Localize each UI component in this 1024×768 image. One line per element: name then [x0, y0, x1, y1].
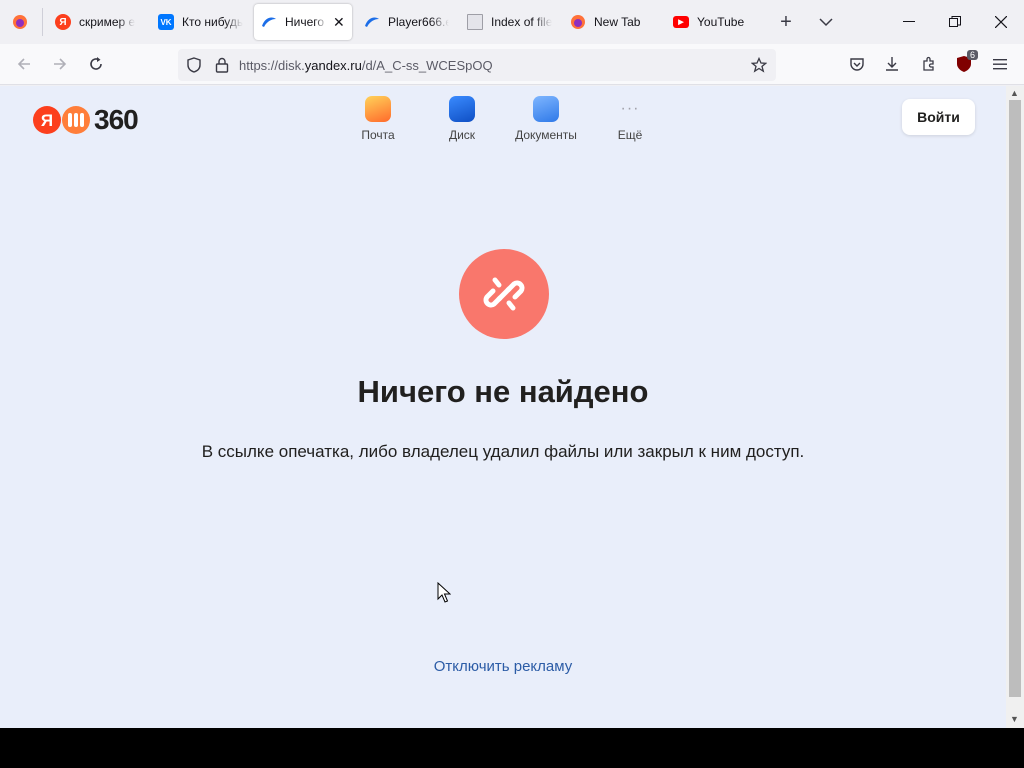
yandex-disk-icon: [364, 14, 380, 30]
bookmark-star-icon[interactable]: [748, 55, 770, 75]
page-title: Ничего не найдено: [357, 374, 649, 409]
pocket-icon[interactable]: [845, 52, 869, 76]
extensions-icon[interactable]: [917, 52, 941, 76]
yandex-disk-icon: [261, 14, 277, 30]
forward-arrow-icon[interactable]: [48, 52, 72, 76]
lock-icon[interactable]: [212, 55, 232, 75]
tab-title: New Tab: [594, 15, 641, 29]
tab-0[interactable]: Я скример е: [55, 4, 140, 40]
url-bar[interactable]: https://disk.yandex.ru/d/A_C-ss_WCESpOQ: [178, 49, 776, 81]
tab-title: Player666.e: [388, 15, 449, 29]
vk-icon: VK: [158, 14, 174, 30]
reload-icon[interactable]: [84, 52, 108, 76]
tab-title: Ничего: [285, 15, 325, 29]
logo-text: 360: [94, 104, 139, 135]
scrollbar-thumb[interactable]: [1009, 100, 1021, 697]
downloads-icon[interactable]: [880, 52, 904, 76]
hamburger-menu-icon[interactable]: [988, 52, 1012, 76]
broken-link-icon: [459, 249, 549, 339]
url-text: https://disk.yandex.ru/d/A_C-ss_WCESpOQ: [239, 57, 493, 73]
vertical-scrollbar[interactable]: ▲ ▼: [1006, 86, 1024, 728]
tab-bar: Я скример е VK Кто нибудь Ничего ✕ Playe…: [0, 0, 1024, 44]
tab-title: Кто нибудь: [182, 15, 243, 29]
close-tab-icon[interactable]: ✕: [333, 14, 345, 31]
scroll-up-icon[interactable]: ▲: [1010, 88, 1019, 98]
tab-title: Index of file: [491, 15, 552, 29]
nav-toolbar: https://disk.yandex.ru/d/A_C-ss_WCESpOQ …: [0, 44, 1024, 85]
error-description: В ссылке опечатка, либо владелец удалил …: [201, 442, 805, 461]
new-tab-icon[interactable]: +: [774, 10, 798, 34]
service-label: Почта: [361, 128, 395, 142]
close-window-icon[interactable]: [988, 10, 1014, 34]
firefox-icon: [570, 14, 586, 30]
tab-title: YouTube: [697, 15, 745, 29]
service-mail[interactable]: Почта: [338, 96, 418, 142]
youtube-icon: ▶: [673, 16, 689, 28]
tab-title: скример е: [79, 15, 136, 29]
tab-list-chevron-icon[interactable]: [814, 10, 838, 34]
mail-icon: [365, 96, 391, 122]
disk-icon: [449, 96, 475, 122]
service-label: Документы: [515, 128, 577, 142]
yandex-logo-icon: Я: [33, 106, 90, 134]
more-icon: ···: [620, 100, 640, 117]
tab-1[interactable]: VK Кто нибудь: [158, 4, 243, 40]
minimize-icon[interactable]: [896, 10, 922, 34]
service-label: Ещё: [617, 128, 643, 142]
tab-4[interactable]: Index of file: [467, 4, 552, 40]
file-icon: [467, 14, 483, 30]
tab-6[interactable]: ▶ YouTube: [673, 4, 763, 40]
mouse-cursor-icon: [437, 582, 451, 603]
tab-active[interactable]: Ничего ✕: [254, 4, 352, 40]
back-arrow-icon[interactable]: [12, 52, 36, 76]
service-documents[interactable]: Документы: [506, 96, 586, 142]
service-label: Диск: [448, 128, 476, 142]
login-button[interactable]: Войти: [902, 99, 975, 135]
extension-badge: 6: [966, 50, 978, 60]
service-disk[interactable]: Диск: [422, 96, 502, 142]
service-more[interactable]: ··· Ещё: [590, 96, 670, 142]
yandex-360-logo[interactable]: Я 360: [32, 104, 139, 136]
tab-5[interactable]: New Tab: [570, 4, 660, 40]
yandex-icon: Я: [55, 14, 71, 30]
ublock-origin-icon[interactable]: 6: [952, 50, 978, 76]
tab-3[interactable]: Player666.e: [364, 4, 449, 40]
restore-icon[interactable]: [942, 10, 968, 34]
firefox-view-icon[interactable]: [10, 12, 30, 32]
svg-text:Я: Я: [41, 111, 53, 130]
tracking-shield-icon[interactable]: [184, 55, 204, 75]
scroll-down-icon[interactable]: ▼: [1010, 714, 1019, 724]
page-content: Я 360 Почта Диск Документы ··· Ещё Войти: [0, 86, 1006, 728]
disable-ads-link[interactable]: Отключить рекламу: [0, 658, 1006, 675]
browser-window: Я скример е VK Кто нибудь Ничего ✕ Playe…: [0, 0, 1024, 728]
documents-icon: [533, 96, 559, 122]
